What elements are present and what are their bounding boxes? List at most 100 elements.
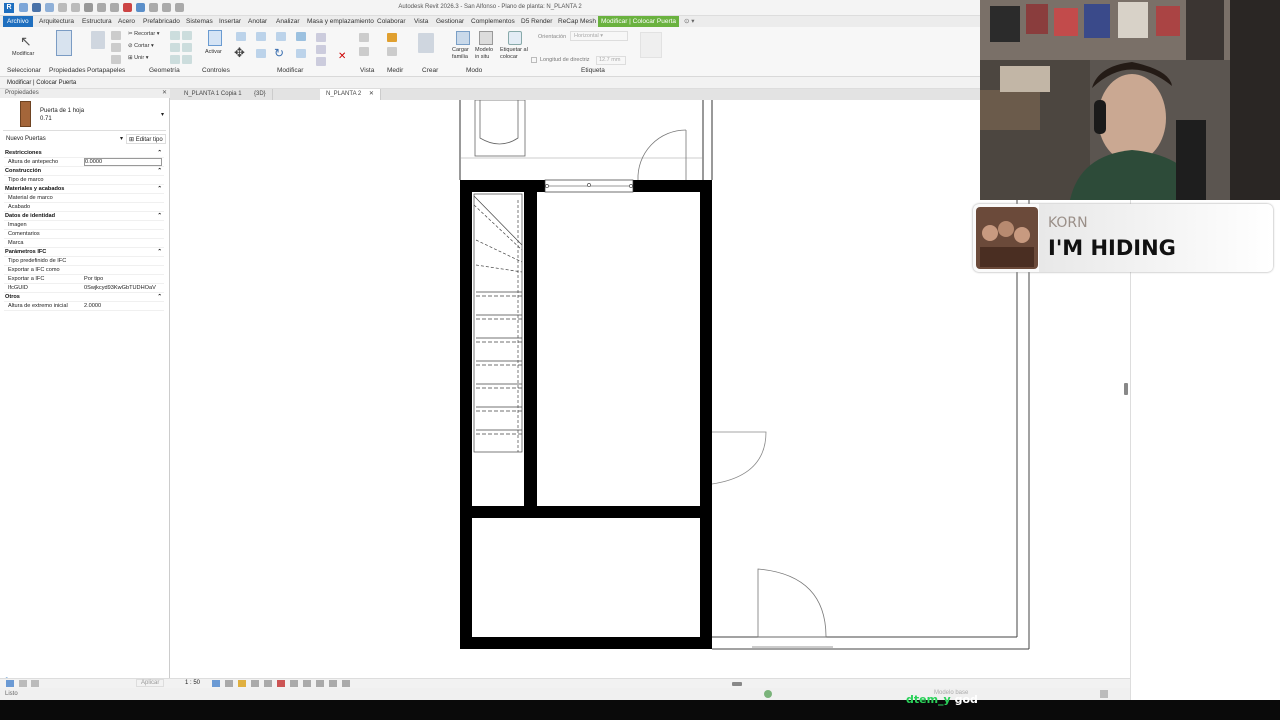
menu-complementos[interactable]: Complementos bbox=[471, 16, 515, 27]
unir-button[interactable]: ⊞ Unir ▾ bbox=[128, 55, 149, 61]
menu-arquitectura[interactable]: Arquitectura bbox=[39, 16, 74, 27]
type-selector[interactable]: Puerta de 1 hoja 0.71 ▾ bbox=[3, 99, 166, 131]
tree-icon[interactable] bbox=[31, 680, 39, 687]
property-value[interactable]: 2.0000 bbox=[84, 302, 101, 311]
match-props-icon[interactable] bbox=[111, 55, 121, 64]
menu-analizar[interactable]: Analizar bbox=[276, 16, 299, 27]
menu-sistemas[interactable]: Sistemas bbox=[186, 16, 213, 27]
geometry-tool-6-icon[interactable] bbox=[182, 55, 192, 64]
menu-vista[interactable]: Vista bbox=[414, 16, 428, 27]
list-icon[interactable] bbox=[19, 680, 27, 687]
panel-propiedades[interactable]: Propiedades bbox=[49, 67, 86, 74]
measure-distance-icon[interactable] bbox=[387, 33, 397, 42]
property-section[interactable]: Otros ⌃ bbox=[4, 293, 164, 302]
close-icon[interactable]: ✕ bbox=[162, 89, 167, 98]
property-value[interactable]: 0.0000 bbox=[84, 158, 162, 166]
mirror-draw-icon[interactable] bbox=[296, 32, 306, 41]
offset-icon[interactable] bbox=[256, 32, 266, 41]
drawing-canvas[interactable] bbox=[171, 100, 980, 678]
panel-crear[interactable]: Crear bbox=[422, 67, 438, 74]
leader-length-input[interactable]: 12.7 mm bbox=[596, 56, 626, 65]
tag-on-placement-button[interactable]: Etiquetar al colocar bbox=[500, 31, 528, 65]
panel-geometria[interactable]: Geometría bbox=[149, 67, 180, 74]
paste-icon[interactable] bbox=[91, 31, 105, 49]
horizontal-scrollbar-thumb[interactable] bbox=[732, 682, 742, 686]
delete-icon[interactable]: ✕ bbox=[338, 51, 346, 62]
menu-anotar[interactable]: Anotar bbox=[248, 16, 267, 27]
view-visibility-icon[interactable] bbox=[359, 33, 369, 42]
show-crop-icon[interactable] bbox=[277, 680, 285, 687]
array-icon[interactable] bbox=[316, 45, 326, 54]
dimension-icon[interactable] bbox=[387, 47, 397, 56]
geometry-tool-3-icon[interactable] bbox=[170, 43, 180, 52]
menu-masa[interactable]: Masa y emplazamiento bbox=[307, 16, 374, 27]
geometry-tool-4-icon[interactable] bbox=[182, 43, 192, 52]
menu-gestionar[interactable]: Gestionar bbox=[436, 16, 464, 27]
property-section[interactable]: Construcción ⌃ bbox=[4, 167, 164, 176]
panel-vista[interactable]: Vista bbox=[360, 67, 374, 74]
worksharing-icon[interactable] bbox=[764, 690, 772, 698]
filter-icon[interactable] bbox=[1100, 690, 1108, 698]
in-place-model-button[interactable]: Modelo in situ bbox=[475, 31, 497, 65]
mirror-axis-icon[interactable] bbox=[276, 32, 286, 41]
unlock-icon[interactable] bbox=[290, 680, 298, 687]
reveal-hidden-icon[interactable] bbox=[316, 680, 324, 687]
detail-level-icon[interactable] bbox=[212, 680, 220, 687]
tag-options-icon[interactable] bbox=[640, 32, 662, 58]
temp-hide-icon[interactable] bbox=[303, 680, 311, 687]
collapse-icon[interactable]: ⌃ bbox=[157, 149, 162, 158]
panel-controles[interactable]: Controles bbox=[202, 67, 230, 74]
collapse-icon[interactable]: ⌃ bbox=[157, 212, 162, 221]
scale-icon[interactable] bbox=[316, 57, 326, 66]
collapse-icon[interactable]: ⌃ bbox=[157, 167, 162, 176]
panel-modo[interactable]: Modo bbox=[466, 67, 482, 74]
sun-path-icon[interactable] bbox=[238, 680, 246, 687]
align-icon[interactable] bbox=[236, 32, 246, 41]
panel-medir[interactable]: Medir bbox=[387, 67, 403, 74]
menu-acero[interactable]: Acero bbox=[118, 16, 135, 27]
collapse-icon[interactable]: ⌃ bbox=[157, 185, 162, 194]
visual-style-icon[interactable] bbox=[225, 680, 233, 687]
property-section[interactable]: Parámetros IFC ⌃ bbox=[4, 248, 164, 257]
menu-prefabricado[interactable]: Prefabricado bbox=[143, 16, 180, 27]
panel-seleccionar[interactable]: Seleccionar bbox=[7, 67, 41, 74]
tab-n-planta-2[interactable]: N_PLANTA 2 ✕ bbox=[320, 89, 381, 100]
collapse-icon[interactable]: ⌃ bbox=[157, 293, 162, 302]
create-group-icon[interactable] bbox=[418, 33, 434, 53]
orientation-select[interactable]: Horizontal ▾ bbox=[570, 31, 628, 41]
analytical-icon[interactable] bbox=[329, 680, 337, 687]
menu-colaborar[interactable]: Colaborar bbox=[377, 16, 406, 27]
view-scale[interactable]: 1 : 50 bbox=[185, 680, 200, 686]
panel-portapapeles[interactable]: Portapapeles bbox=[87, 67, 125, 74]
tab-n-planta-1-copia-1[interactable]: N_PLANTA 1 Copia 1 bbox=[178, 89, 249, 100]
property-section[interactable]: Materiales y acabados ⌃ bbox=[4, 185, 164, 194]
property-section[interactable]: Restricciones ⌃ bbox=[4, 149, 164, 158]
menu-estructura[interactable]: Estructura bbox=[82, 16, 112, 27]
copy-icon[interactable] bbox=[111, 43, 121, 52]
property-section[interactable]: Datos de identidad ⌃ bbox=[4, 212, 164, 221]
property-value[interactable]: Por tipo bbox=[84, 275, 103, 284]
modify-tool-button[interactable]: ↖ Modificar bbox=[12, 31, 38, 61]
menu-archivo[interactable]: Archivo bbox=[3, 16, 33, 27]
close-tab-icon[interactable]: ✕ bbox=[369, 91, 374, 97]
recortar-button[interactable]: ✂ Recortar ▾ bbox=[128, 31, 160, 37]
highlight-icon[interactable] bbox=[342, 680, 350, 687]
trim-icon[interactable] bbox=[296, 49, 306, 58]
move-icon[interactable]: ✥ bbox=[234, 45, 245, 61]
crop-icon[interactable] bbox=[264, 680, 272, 687]
geometry-tool-2-icon[interactable] bbox=[182, 31, 192, 40]
rotate-icon[interactable]: ↻ bbox=[274, 46, 284, 60]
menu-modificar-colocar-puerta[interactable]: Modificar | Colocar Puerta bbox=[598, 16, 680, 27]
cut-icon[interactable] bbox=[111, 31, 121, 40]
instance-filter-select[interactable]: Nuevo Puertas ▾ bbox=[3, 135, 123, 144]
property-value[interactable]: 0Swjkcyd93KwGbTUDHOaV bbox=[84, 284, 156, 293]
menu-insertar[interactable]: Insertar bbox=[219, 16, 241, 27]
type-selector-icon[interactable] bbox=[6, 680, 14, 687]
panel-etiqueta[interactable]: Etiqueta bbox=[581, 67, 605, 74]
load-family-button[interactable]: Cargar familia bbox=[452, 31, 474, 65]
edit-type-button[interactable]: ⊞ Editar tipo bbox=[126, 134, 166, 144]
apply-button[interactable]: Aplicar bbox=[136, 679, 165, 687]
ribbon-options-icon[interactable]: ⊙ ▾ bbox=[684, 16, 695, 27]
geometry-tool-1-icon[interactable] bbox=[170, 31, 180, 40]
collapse-icon[interactable]: ⌃ bbox=[157, 248, 162, 257]
